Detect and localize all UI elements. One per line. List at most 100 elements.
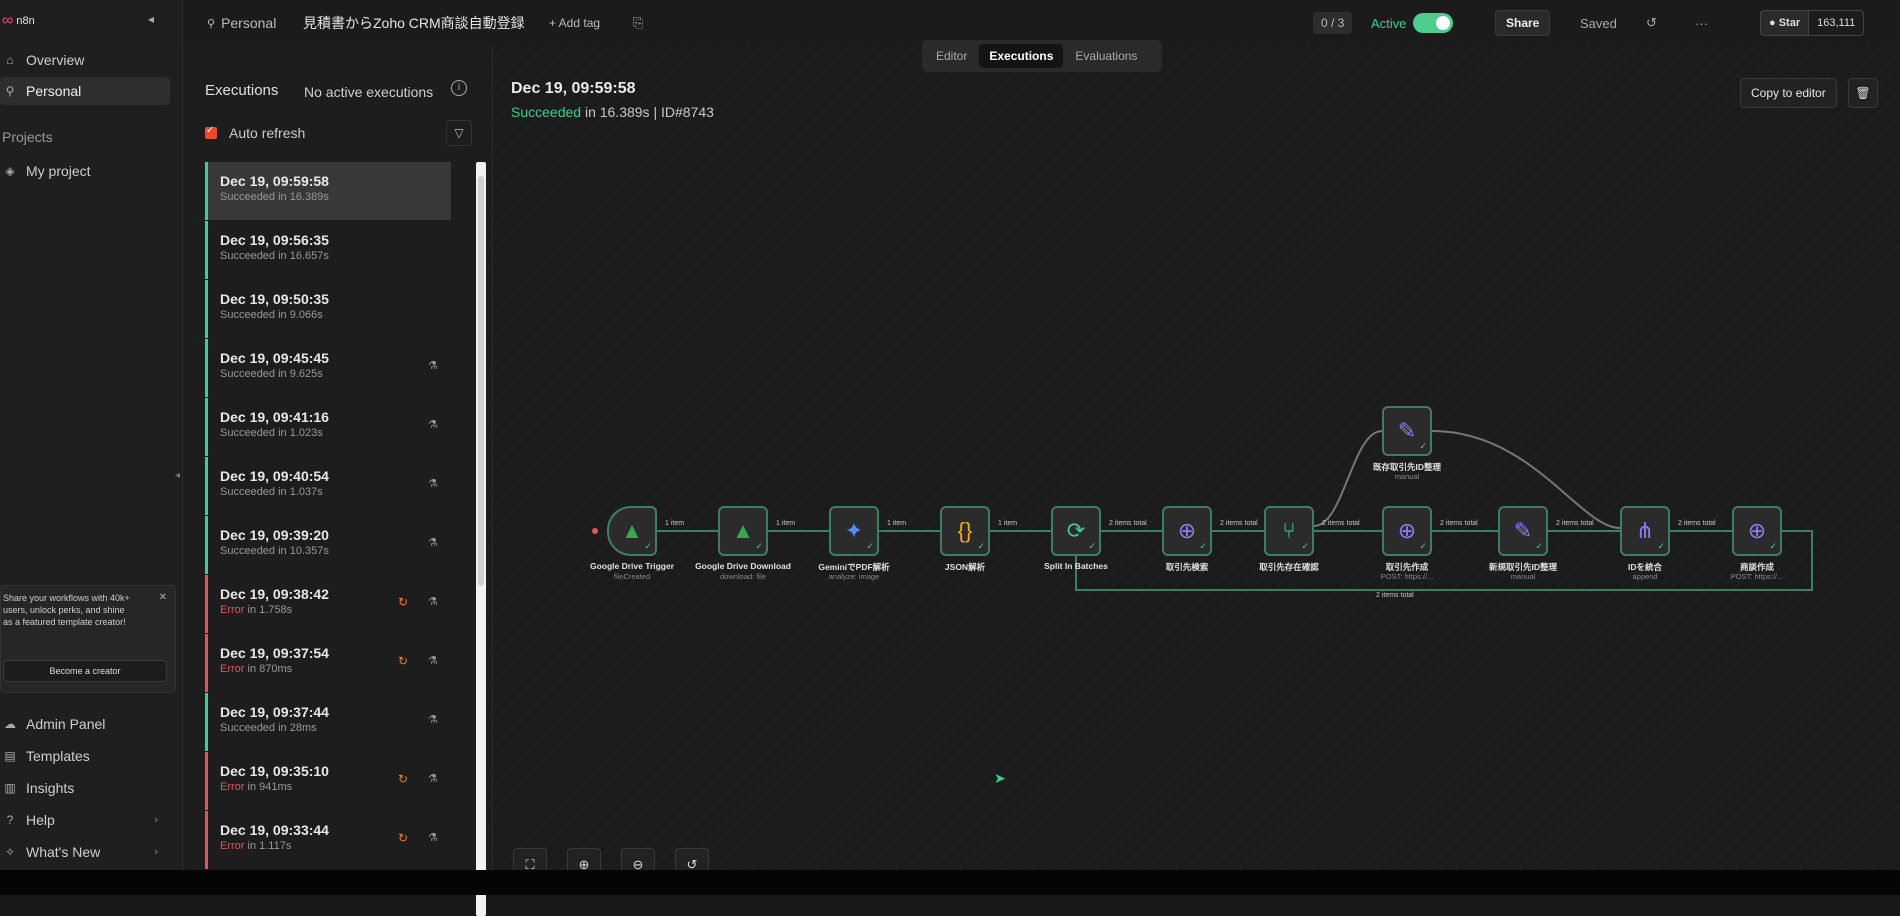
flask-icon[interactable]: ⚗ xyxy=(428,654,438,667)
flask-icon[interactable]: ⚗ xyxy=(428,418,438,431)
chevron-right-icon: › xyxy=(154,846,158,858)
sidebar-item-whats-new[interactable]: ✧ What's New › xyxy=(0,838,170,866)
app-logo[interactable]: ∞ n8n xyxy=(2,12,35,30)
flask-icon[interactable]: ⚗ xyxy=(428,772,438,785)
sidebar-item-label: My project xyxy=(26,163,91,179)
execution-item[interactable]: Dec 19, 09:38:42 Error in 1.758s ⚗ ↻ xyxy=(205,575,451,633)
workflow-node[interactable]: ⊕ ✓ xyxy=(1732,506,1782,556)
workflow-canvas[interactable]: Dec 19, 09:59:58 Succeeded in 16.389s | … xyxy=(493,46,1900,882)
execution-duration: in 9.625s xyxy=(278,368,323,380)
workflow-node[interactable]: {} ✓ xyxy=(940,506,990,556)
active-toggle[interactable] xyxy=(1413,0,1453,46)
share-wrap: Share xyxy=(1495,0,1551,46)
workflow-node[interactable]: ✎ ✓ xyxy=(1498,506,1548,556)
execution-status: Succeeded in 1.037s xyxy=(220,486,323,498)
sidebar-item-overview[interactable]: ⌂ Overview xyxy=(0,46,170,74)
toggle-switch[interactable] xyxy=(1413,13,1453,33)
execution-item[interactable]: Dec 19, 09:33:44 Error in 1.117s ⚗ ↻ xyxy=(205,811,451,869)
workflow-node[interactable]: ✎ ✓ xyxy=(1382,406,1432,456)
more-options-icon[interactable]: ··· xyxy=(1695,0,1708,46)
execution-duration: in 16.389s xyxy=(278,191,329,203)
execution-item[interactable]: Dec 19, 09:41:16 Succeeded in 1.023s ⚗ xyxy=(205,398,451,456)
workflow-node[interactable]: ⟳ ✓ xyxy=(1051,506,1101,556)
gemini-icon: ✦ xyxy=(844,518,864,543)
info-icon[interactable]: i xyxy=(451,80,467,96)
share-button[interactable]: Share xyxy=(1495,10,1551,36)
success-check-icon: ✓ xyxy=(1657,541,1665,551)
become-creator-button[interactable]: Become a creator xyxy=(3,660,167,682)
filter-icon[interactable]: ▽ xyxy=(446,120,472,146)
tab-executions[interactable]: Executions xyxy=(979,44,1064,68)
flask-icon[interactable]: ⚗ xyxy=(428,359,438,372)
gdrive-icon: ▲ xyxy=(732,518,754,543)
workflow-node[interactable]: ⋔ ✓ xyxy=(1620,506,1670,556)
success-check-icon: ✓ xyxy=(866,541,874,551)
sidebar-item-personal[interactable]: ⚲ Personal xyxy=(0,77,170,105)
tab-editor[interactable]: Editor xyxy=(926,44,977,68)
sidebar-item-my-project[interactable]: ◈ My project xyxy=(0,157,170,185)
workflow-node[interactable]: ⊕ ✓ xyxy=(1162,506,1212,556)
n8n-logo-icon: ∞ xyxy=(2,12,14,29)
flask-icon[interactable]: ⚗ xyxy=(428,477,438,490)
tab-evaluations[interactable]: Evaluations xyxy=(1065,44,1147,68)
collapse-sidebar-icon[interactable]: ◂ xyxy=(148,12,154,26)
close-icon[interactable]: ✕ xyxy=(159,592,167,603)
sidebar-item-templates[interactable]: ▤ Templates xyxy=(0,742,170,770)
execution-duration: in 1.758s xyxy=(247,604,293,616)
retry-icon[interactable]: ↻ xyxy=(398,831,408,845)
success-check-icon: ✓ xyxy=(644,541,652,551)
execution-item[interactable]: Dec 19, 09:35:10 Error in 941ms ⚗ ↻ xyxy=(205,752,451,810)
execution-item[interactable]: Dec 19, 09:40:54 Succeeded in 1.037s ⚗ xyxy=(205,457,451,515)
sidebar-resize-icon[interactable]: ◂ xyxy=(175,470,180,481)
workflow-node[interactable]: ▲ ✓ xyxy=(607,506,657,556)
connection-label: 2 items total xyxy=(1109,520,1147,527)
scrollbar-thumb[interactable] xyxy=(478,176,484,586)
trigger-indicator-icon xyxy=(592,528,598,534)
execution-time: Dec 19, 09:33:44 xyxy=(220,822,329,838)
flask-icon[interactable]: ⚗ xyxy=(428,536,438,549)
archive-icon[interactable]: ⎘ xyxy=(633,0,643,46)
execution-item[interactable]: Dec 19, 09:37:54 Error in 870ms ⚗ ↻ xyxy=(205,634,451,692)
execution-item[interactable]: Dec 19, 09:45:45 Succeeded in 9.625s ⚗ xyxy=(205,339,451,397)
counter[interactable]: 0 / 3 xyxy=(1313,0,1353,46)
connection-label: 2 items total xyxy=(1678,520,1716,527)
execution-item[interactable]: Dec 19, 09:37:44 Succeeded in 28ms ⚗ xyxy=(205,693,451,751)
flask-icon[interactable]: ⚗ xyxy=(428,831,438,844)
sidebar-item-admin-panel[interactable]: ☁ Admin Panel xyxy=(0,710,170,738)
sidebar-item-help[interactable]: ? Help › xyxy=(0,806,170,834)
retry-icon[interactable]: ↻ xyxy=(398,595,408,609)
breadcrumb[interactable]: ⚲ Personal xyxy=(207,0,276,46)
execution-item[interactable]: Dec 19, 09:39:20 Succeeded in 10.357s ⚗ xyxy=(205,516,451,574)
github-star-button[interactable]: ● Star 163,111 xyxy=(1760,10,1865,36)
flask-icon[interactable]: ⚗ xyxy=(428,595,438,608)
retry-icon[interactable]: ↻ xyxy=(398,772,408,786)
sidebar-item-insights[interactable]: ▥ Insights xyxy=(0,774,170,802)
workflow-node[interactable]: ✦ ✓ xyxy=(829,506,879,556)
node-subtitle: manual xyxy=(1394,472,1420,481)
home-icon: ⌂ xyxy=(6,53,14,67)
flask-icon[interactable]: ⚗ xyxy=(428,713,438,726)
retry-icon[interactable]: ↻ xyxy=(398,654,408,668)
workflow-node[interactable]: ⑂ ✓ xyxy=(1264,506,1314,556)
execution-status-text: Succeeded xyxy=(220,545,276,557)
execution-time: Dec 19, 09:39:20 xyxy=(220,527,329,543)
execution-status: Error in 1.117s xyxy=(220,840,291,852)
workflow-node[interactable]: ⊕ ✓ xyxy=(1382,506,1432,556)
execution-item[interactable]: Dec 19, 09:59:58 Succeeded in 16.389s xyxy=(205,162,451,220)
execution-item[interactable]: Dec 19, 09:56:35 Succeeded in 16.657s xyxy=(205,221,451,279)
sidebar-item-label: Insights xyxy=(26,780,75,796)
execution-item[interactable]: Dec 19, 09:50:35 Succeeded in 9.066s xyxy=(205,280,451,338)
execution-duration: in 941ms xyxy=(247,781,293,793)
sidebar-item-label: Help xyxy=(26,812,55,828)
history-icon[interactable]: ↺ xyxy=(1646,0,1657,46)
success-check-icon: ✓ xyxy=(1419,441,1427,451)
auto-refresh-checkbox[interactable] xyxy=(205,125,217,139)
execution-time: Dec 19, 09:37:44 xyxy=(220,704,329,720)
sidebar-item-label: What's New xyxy=(26,844,101,860)
executions-panel: Executions No active executions i Auto r… xyxy=(183,46,493,916)
execution-status-text: Succeeded xyxy=(220,191,276,203)
workflow-node[interactable]: ▲ ✓ xyxy=(718,506,768,556)
workflow-title[interactable]: 見積書からZoho CRM商談自動登録 xyxy=(303,0,525,46)
add-tag-button[interactable]: + Add tag xyxy=(549,0,600,46)
auto-refresh-label[interactable]: Auto refresh xyxy=(229,125,305,141)
